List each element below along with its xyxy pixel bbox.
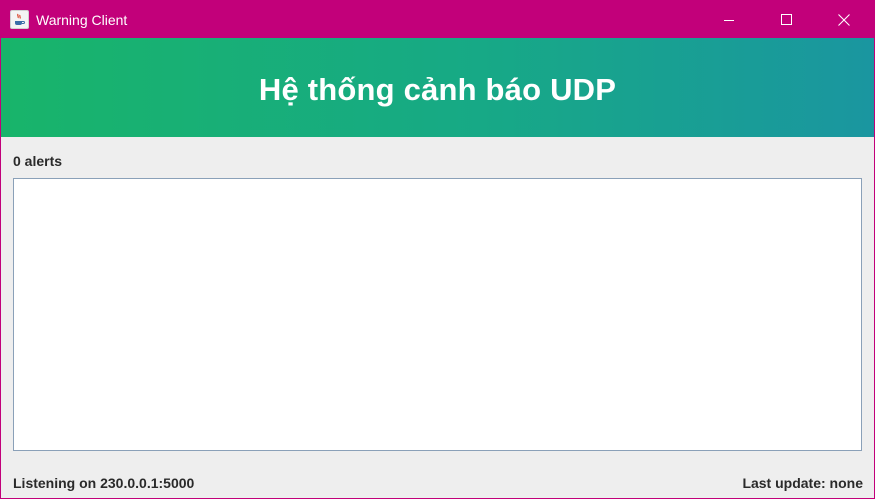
page-title: Hệ thống cảnh báo UDP bbox=[258, 71, 617, 107]
window-title: Warning Client bbox=[36, 12, 128, 28]
last-update-status: Last update: none bbox=[742, 475, 863, 491]
close-icon bbox=[838, 13, 850, 26]
app-window: Warning Client Hệ thống cảnh báo UDP 0 a… bbox=[0, 0, 875, 499]
title-bar[interactable]: Warning Client bbox=[1, 1, 874, 38]
java-app-icon bbox=[10, 10, 29, 29]
alert-count-label: 0 alerts bbox=[13, 153, 63, 169]
alerts-list[interactable] bbox=[13, 178, 862, 451]
maximize-button[interactable] bbox=[763, 1, 809, 38]
maximize-icon bbox=[780, 14, 792, 25]
header-banner: Hệ thống cảnh báo UDP bbox=[1, 38, 874, 137]
close-button[interactable] bbox=[821, 1, 867, 38]
minimize-icon bbox=[724, 19, 734, 21]
listening-status: Listening on 230.0.0.1:5000 bbox=[13, 475, 195, 491]
minimize-button[interactable] bbox=[706, 1, 752, 38]
